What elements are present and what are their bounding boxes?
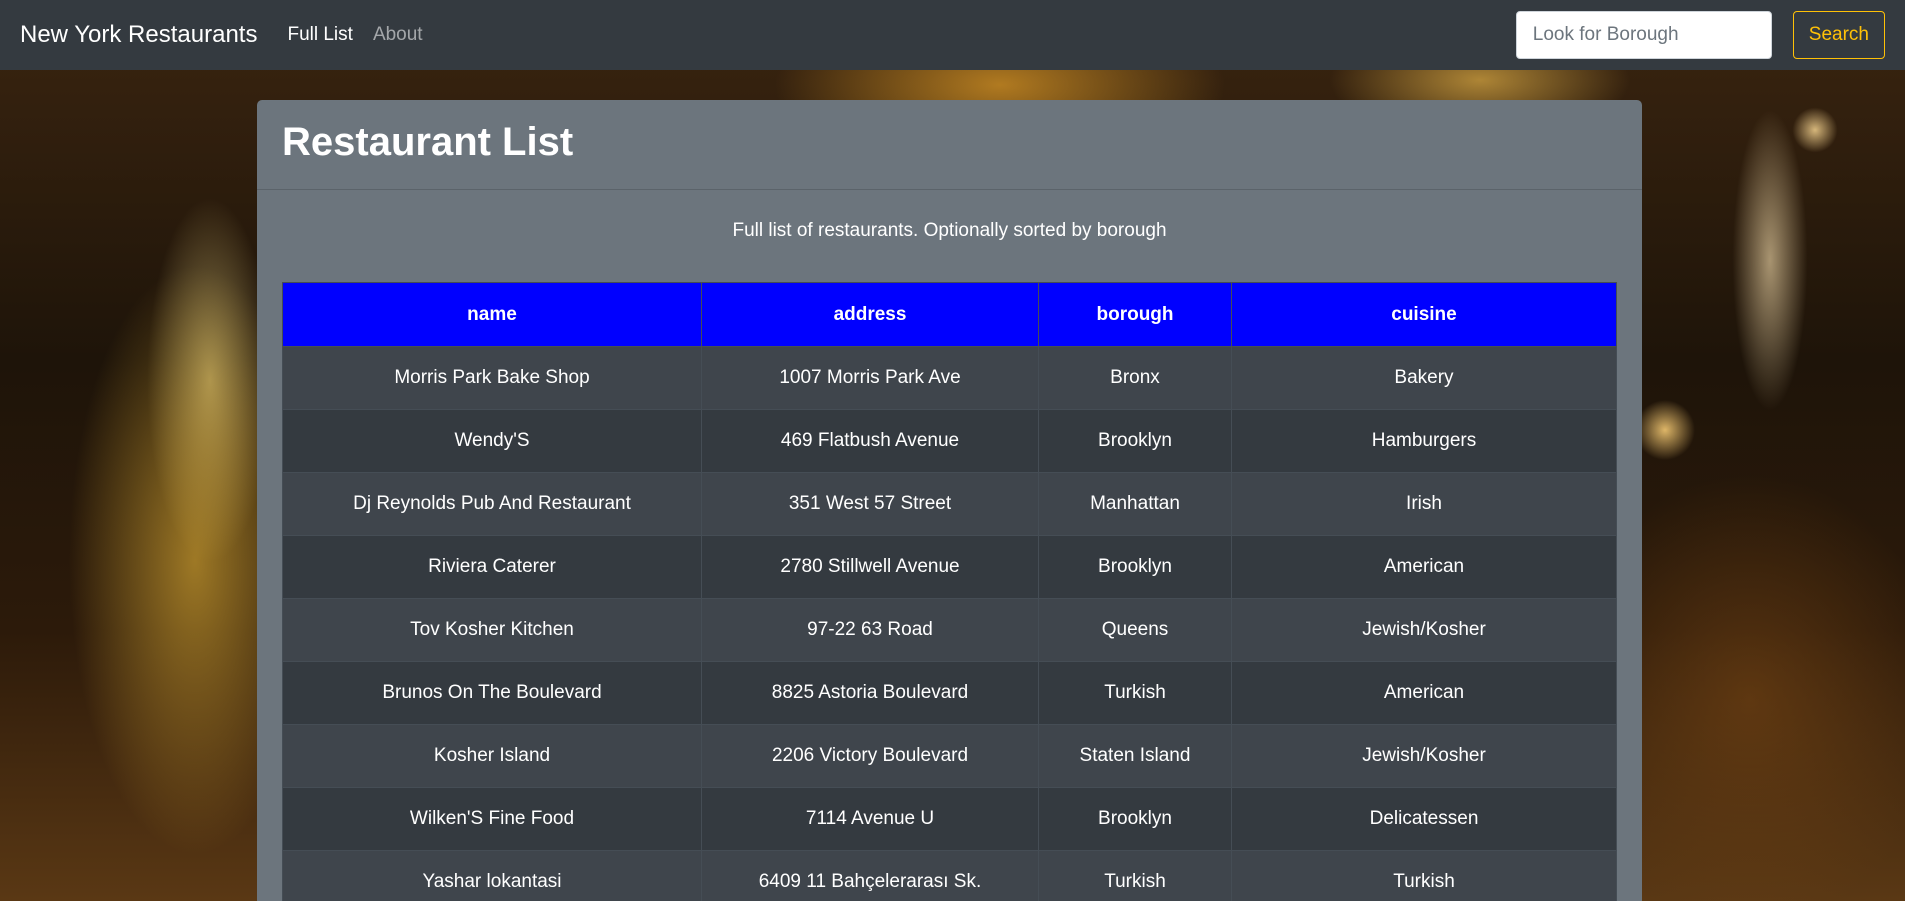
cell-cuisine: Delicatessen bbox=[1231, 787, 1617, 851]
table-header-row: name address borough cuisine bbox=[282, 282, 1617, 347]
cell-name: Brunos On The Boulevard bbox=[282, 661, 702, 725]
cell-borough: Manhattan bbox=[1038, 472, 1232, 536]
cell-borough: Bronx bbox=[1038, 346, 1232, 410]
cell-address: 2780 Stillwell Avenue bbox=[701, 535, 1039, 599]
cell-cuisine: Irish bbox=[1231, 472, 1617, 536]
cell-address: 7114 Avenue U bbox=[701, 787, 1039, 851]
cell-cuisine: Jewish/Kosher bbox=[1231, 724, 1617, 788]
table-row[interactable]: Wendy'S 469 Flatbush Avenue Brooklyn Ham… bbox=[282, 409, 1617, 473]
cell-name: Wendy'S bbox=[282, 409, 702, 473]
card-body: Full list of restaurants. Optionally sor… bbox=[257, 220, 1642, 901]
cell-cuisine: Turkish bbox=[1231, 850, 1617, 901]
cell-name: Morris Park Bake Shop bbox=[282, 346, 702, 410]
table-row[interactable]: Dj Reynolds Pub And Restaurant 351 West … bbox=[282, 472, 1617, 536]
table-row[interactable]: Tov Kosher Kitchen 97-22 63 Road Queens … bbox=[282, 598, 1617, 662]
table-row[interactable]: Wilken'S Fine Food 7114 Avenue U Brookly… bbox=[282, 787, 1617, 851]
cell-cuisine: Hamburgers bbox=[1231, 409, 1617, 473]
cell-borough: Turkish bbox=[1038, 661, 1232, 725]
cell-name: Riviera Caterer bbox=[282, 535, 702, 599]
cell-borough: Brooklyn bbox=[1038, 787, 1232, 851]
column-header-address[interactable]: address bbox=[701, 282, 1039, 347]
cell-cuisine: Jewish/Kosher bbox=[1231, 598, 1617, 662]
page-title: Restaurant List bbox=[282, 120, 574, 164]
cell-name: Dj Reynolds Pub And Restaurant bbox=[282, 472, 702, 536]
cell-cuisine: American bbox=[1231, 661, 1617, 725]
cell-address: 1007 Morris Park Ave bbox=[701, 346, 1039, 410]
restaurant-list-card: Restaurant List Full list of restaurants… bbox=[257, 100, 1642, 901]
search-button[interactable]: Search bbox=[1792, 11, 1885, 59]
cell-address: 97-22 63 Road bbox=[701, 598, 1039, 662]
cell-name: Yashar lokantasi bbox=[282, 850, 702, 901]
table-row[interactable]: Morris Park Bake Shop 1007 Morris Park A… bbox=[282, 346, 1617, 410]
cell-borough: Queens bbox=[1038, 598, 1232, 662]
brand-title[interactable]: New York Restaurants bbox=[20, 21, 257, 49]
cell-name: Tov Kosher Kitchen bbox=[282, 598, 702, 662]
card-description: Full list of restaurants. Optionally sor… bbox=[732, 220, 1167, 241]
column-header-name[interactable]: name bbox=[282, 282, 702, 347]
nav-link-full-list[interactable]: Full List bbox=[287, 24, 352, 46]
cell-borough: Brooklyn bbox=[1038, 535, 1232, 599]
column-header-cuisine[interactable]: cuisine bbox=[1231, 282, 1617, 347]
table-row[interactable]: Brunos On The Boulevard 8825 Astoria Bou… bbox=[282, 661, 1617, 725]
cell-address: 351 West 57 Street bbox=[701, 472, 1039, 536]
cell-address: 2206 Victory Boulevard bbox=[701, 724, 1039, 788]
table-row[interactable]: Yashar lokantasi 6409 11 Bahçelerarası S… bbox=[282, 850, 1617, 901]
table-row[interactable]: Kosher Island 2206 Victory Boulevard Sta… bbox=[282, 724, 1617, 788]
restaurant-table: name address borough cuisine Morris Park… bbox=[282, 282, 1617, 901]
cell-borough: Brooklyn bbox=[1038, 409, 1232, 473]
cell-borough: Staten Island bbox=[1038, 724, 1232, 788]
cell-cuisine: Bakery bbox=[1231, 346, 1617, 410]
cell-cuisine: American bbox=[1231, 535, 1617, 599]
cell-borough: Turkish bbox=[1038, 850, 1232, 901]
borough-search-input[interactable] bbox=[1515, 11, 1772, 59]
cell-name: Wilken'S Fine Food bbox=[282, 787, 702, 851]
card-header: Restaurant List bbox=[257, 100, 1642, 190]
nav-link-about[interactable]: About bbox=[373, 24, 423, 46]
cell-name: Kosher Island bbox=[282, 724, 702, 788]
cell-address: 469 Flatbush Avenue bbox=[701, 409, 1039, 473]
cell-address: 8825 Astoria Boulevard bbox=[701, 661, 1039, 725]
cell-address: 6409 11 Bahçelerarası Sk. bbox=[701, 850, 1039, 901]
table-row[interactable]: Riviera Caterer 2780 Stillwell Avenue Br… bbox=[282, 535, 1617, 599]
column-header-borough[interactable]: borough bbox=[1038, 282, 1232, 347]
navbar: New York Restaurants Full List About Sea… bbox=[0, 0, 1905, 70]
